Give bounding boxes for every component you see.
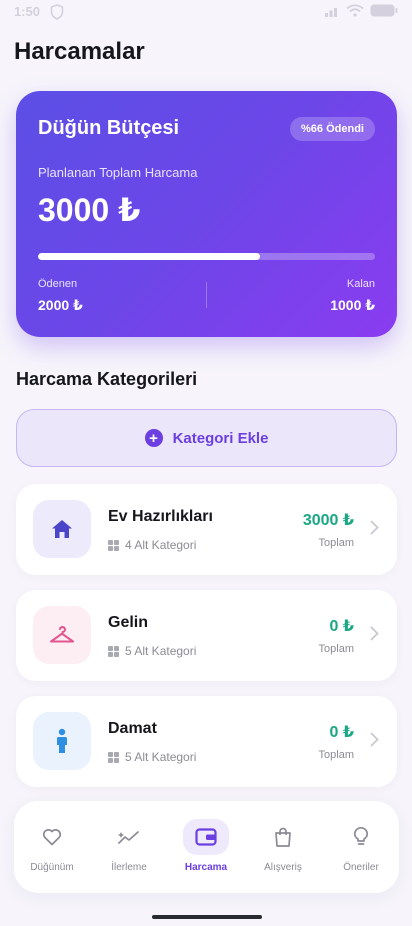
bulb-icon: [338, 819, 384, 855]
category-subcount-text: 5 Alt Kategori: [125, 644, 197, 658]
category-card-damat[interactable]: Damat 5 Alt Kategori 0 ₺ Toplam: [16, 696, 397, 787]
status-time: 1:50: [14, 4, 41, 19]
category-subcount-text: 5 Alt Kategori: [125, 750, 197, 764]
battery-icon: [370, 4, 398, 17]
nav-item-alisveris[interactable]: Alışveriş: [251, 819, 315, 873]
paid-value: 2000 ₺: [38, 297, 83, 313]
grid-icon: [108, 539, 119, 551]
grid-icon: [108, 645, 119, 657]
heart-icon: [29, 819, 75, 855]
category-total-label: Toplam: [318, 643, 354, 655]
status-bar: 1:50: [0, 0, 412, 24]
category-icon-box: [33, 500, 91, 558]
chevron-right-icon: [370, 520, 379, 535]
page-title: Harcamalar: [14, 38, 145, 65]
nav-label: Düğünüm: [30, 862, 74, 873]
wifi-icon: [346, 4, 364, 17]
categories-section-title: Harcama Kategorileri: [16, 369, 198, 389]
category-subcount: 5 Alt Kategori: [108, 750, 196, 764]
paid-percent-badge: %66 Ödendi: [290, 117, 375, 141]
category-amount: 3000 ₺: [302, 512, 354, 529]
category-amount: 0 ₺: [329, 724, 354, 741]
category-card-ev-hazirliklari[interactable]: Ev Hazırlıkları 4 Alt Kategori 3000 ₺ To…: [16, 484, 397, 575]
nav-item-dugunum[interactable]: Düğünüm: [20, 819, 84, 873]
trend-icon: [106, 819, 152, 855]
house-icon: [52, 520, 72, 538]
chevron-right-icon: [370, 732, 379, 747]
nav-label: Öneriler: [343, 862, 379, 873]
category-total-label: Toplam: [318, 537, 354, 549]
shield-icon: [50, 4, 64, 20]
add-category-button[interactable]: + Kategori Ekle: [16, 409, 397, 467]
remaining-label: Kalan: [346, 278, 375, 290]
nav-item-harcama[interactable]: Harcama: [174, 819, 238, 873]
category-card-gelin[interactable]: Gelin 5 Alt Kategori 0 ₺ Toplam: [16, 590, 397, 681]
status-indicators: [324, 4, 398, 17]
category-subcount: 5 Alt Kategori: [108, 644, 196, 658]
budget-title: Düğün Bütçesi: [38, 117, 180, 139]
nav-item-ilerleme[interactable]: İlerleme: [97, 819, 161, 873]
plus-circle-icon: +: [144, 429, 163, 447]
add-category-label: Kategori Ekle: [172, 429, 269, 447]
category-subcount-text: 4 Alt Kategori: [125, 538, 197, 552]
budget-progress-fill: [38, 253, 261, 260]
wallet-icon: [183, 819, 229, 855]
category-total-label: Toplam: [318, 749, 354, 761]
budget-card: Düğün Bütçesi %66 Ödendi Planlanan Topla…: [16, 91, 397, 337]
person-icon: [57, 728, 67, 753]
nav-label: İlerleme: [111, 862, 147, 873]
paid-label: Ödenen: [38, 278, 78, 290]
category-name: Ev Hazırlıkları: [108, 508, 213, 525]
planned-total-value: 3000 ₺: [38, 192, 141, 228]
bag-icon: [260, 819, 306, 855]
budget-divider: [206, 282, 207, 308]
planned-total-label: Planlanan Toplam Harcama: [38, 165, 198, 180]
category-name: Damat: [108, 720, 157, 737]
hanger-icon: [50, 626, 74, 643]
bottom-nav: Düğünüm İlerleme Harcama Alışveriş Öneri…: [14, 801, 399, 893]
grid-icon: [108, 751, 119, 763]
category-amount: 0 ₺: [329, 618, 354, 635]
category-name: Gelin: [108, 614, 149, 631]
budget-progress-bar: [38, 253, 375, 260]
chevron-right-icon: [370, 626, 379, 641]
signal-icon: [325, 7, 337, 17]
nav-label: Alışveriş: [264, 862, 302, 873]
category-icon-box: [33, 606, 91, 664]
nav-item-oneriler[interactable]: Öneriler: [329, 819, 393, 873]
home-indicator: [152, 915, 262, 919]
category-subcount: 4 Alt Kategori: [108, 538, 196, 552]
remaining-value: 1000 ₺: [330, 297, 375, 313]
nav-label: Harcama: [184, 862, 228, 873]
category-icon-box: [33, 712, 91, 770]
